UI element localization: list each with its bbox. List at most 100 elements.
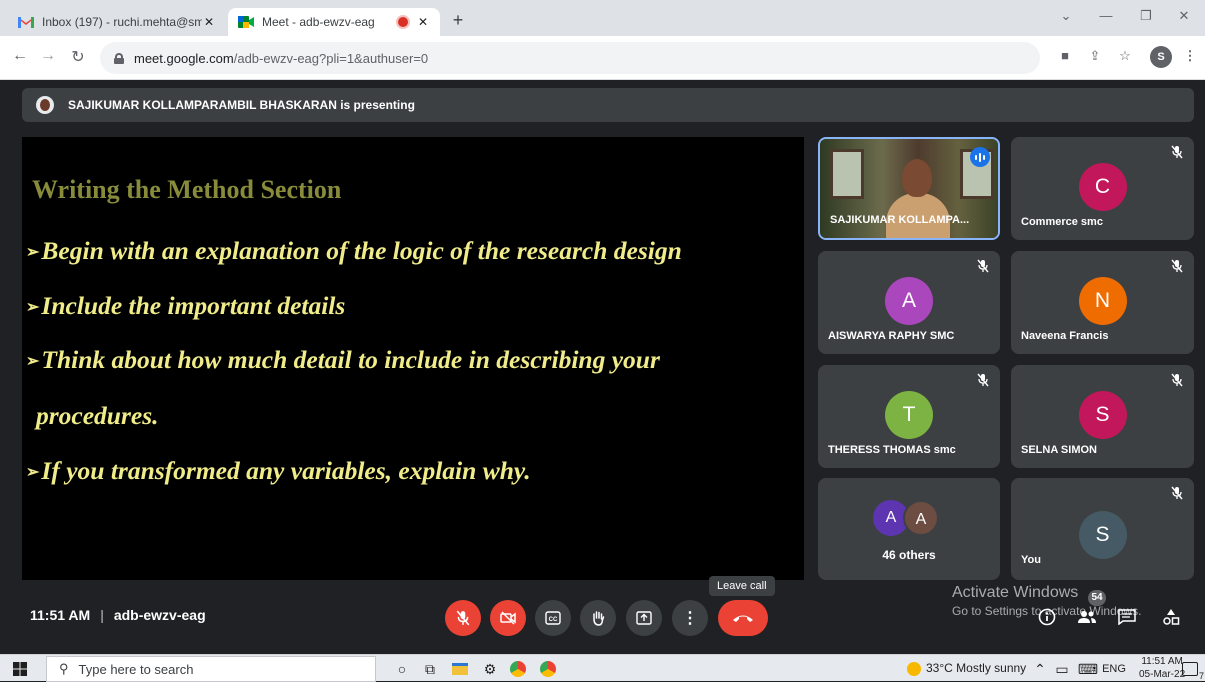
participant-avatar: C <box>1078 162 1127 211</box>
close-tab-icon[interactable]: ✕ <box>202 15 216 29</box>
presenter-avatar <box>36 96 54 114</box>
others-tile[interactable]: A A 46 others <box>818 478 1000 580</box>
windows-start-icon[interactable] <box>10 659 30 679</box>
meeting-details-button[interactable] <box>1034 604 1060 630</box>
participant-tile[interactable]: C Commerce smc <box>1011 137 1194 240</box>
chat-button[interactable] <box>1114 604 1140 630</box>
hand-icon <box>593 611 605 626</box>
meeting-code: adb-ewzv-eag <box>113 607 206 623</box>
tab-gmail[interactable]: Inbox (197) - ruchi.mehta@smctsi… ✕ <box>8 8 226 36</box>
slide-bullet: ➢Think about how much detail to include … <box>26 345 660 374</box>
tab-title: Inbox (197) - ruchi.mehta@smctsi… <box>42 15 202 29</box>
meeting-info: 11:51 AM | adb-ewzv-eag <box>30 607 206 623</box>
tab-meet[interactable]: Meet - adb-ewzv-eag ✕ <box>228 8 440 36</box>
taskbar-clock[interactable]: 11:51 AM 05-Mar-22 <box>1139 655 1185 681</box>
camera-in-use-icon[interactable]: ■ <box>1055 48 1075 63</box>
search-icon: ⚲ <box>59 661 69 676</box>
chrome-profile-icon[interactable] <box>538 659 558 679</box>
speaking-indicator-icon <box>970 147 990 167</box>
slide-bullet-continued: procedures. <box>36 401 159 430</box>
back-arrow-icon[interactable]: ← <box>10 47 30 65</box>
restore-icon[interactable]: ❐ <box>1126 8 1166 24</box>
bookmark-star-icon[interactable]: ☆ <box>1115 48 1135 64</box>
more-vert-icon: ⋮ <box>682 610 698 627</box>
windows-taskbar: ⚲ Type here to search ○ ⧉ ⚙ 33°C Mostly … <box>0 654 1205 682</box>
participant-tile[interactable]: A AISWARYA RAPHY SMC <box>818 251 1000 354</box>
participant-tile[interactable]: N Naveena Francis <box>1011 251 1194 354</box>
present-now-button[interactable] <box>626 600 662 636</box>
file-explorer-icon[interactable] <box>450 659 470 679</box>
muted-mic-icon <box>1171 373 1183 387</box>
participant-avatar: A <box>885 276 933 325</box>
participant-name: SAJIKUMAR KOLLAMPA... <box>830 214 970 226</box>
task-view-icon[interactable]: ⧉ <box>420 659 440 679</box>
others-avatars: A A <box>873 500 945 536</box>
captions-button[interactable]: CC <box>535 600 571 636</box>
reload-icon[interactable]: ↻ <box>68 47 88 67</box>
svg-text:CC: CC <box>549 617 558 623</box>
profile-avatar[interactable]: S <box>1150 46 1172 68</box>
share-icon[interactable]: ⇪ <box>1085 48 1105 64</box>
participant-name: THERESS THOMAS smc <box>828 444 956 456</box>
browser-tab-strip: Inbox (197) - ruchi.mehta@smctsi… ✕ Meet… <box>0 0 1205 36</box>
captions-icon: CC <box>545 611 561 625</box>
camera-toggle-button[interactable] <box>490 600 526 636</box>
participant-tile-video[interactable]: SAJIKUMAR KOLLAMPA... <box>818 137 1000 240</box>
presenting-banner: SAJIKUMAR KOLLAMPARAMBIL BHASKARAN is pr… <box>22 88 1194 122</box>
minimize-icon[interactable]: — <box>1086 8 1126 23</box>
url-path: /adb-ewzv-eag?pli=1&authuser=0 <box>233 50 429 66</box>
participant-name: AISWARYA RAPHY SMC <box>828 330 955 342</box>
weather-text[interactable]: 33°C Mostly sunny <box>926 661 1026 675</box>
taskbar-search-input[interactable]: ⚲ Type here to search <box>46 656 376 682</box>
tab-search-icon[interactable]: ⌄ <box>1046 8 1086 24</box>
cortana-icon[interactable]: ○ <box>392 659 412 679</box>
muted-mic-icon <box>1171 486 1183 500</box>
mic-toggle-button[interactable] <box>445 600 481 636</box>
slide-bullet: ➢Include the important details <box>26 291 346 320</box>
url-host: meet.google.com <box>134 50 234 66</box>
presenting-text: SAJIKUMAR KOLLAMPARAMBIL BHASKARAN is pr… <box>68 98 415 112</box>
raise-hand-button[interactable] <box>580 600 616 636</box>
notifications-icon[interactable]: 7 <box>1180 659 1204 681</box>
keyboard-icon[interactable]: ⌨ <box>1078 659 1098 679</box>
muted-mic-icon <box>1171 259 1183 273</box>
google-meet-icon <box>238 16 254 28</box>
leave-call-tooltip: Leave call <box>709 576 775 596</box>
info-icon <box>1038 608 1056 626</box>
present-icon <box>636 611 652 625</box>
participant-name: Naveena Francis <box>1021 330 1109 342</box>
people-button[interactable] <box>1074 604 1100 630</box>
forward-arrow-icon[interactable]: → <box>38 47 58 65</box>
address-bar[interactable]: meet.google.com/adb-ewzv-eag?pli=1&authu… <box>100 42 1040 74</box>
activities-button[interactable] <box>1158 604 1184 630</box>
participant-name: SELNA SIMON <box>1021 444 1097 456</box>
battery-icon[interactable]: ▭ <box>1052 659 1072 679</box>
participant-tile[interactable]: S SELNA SIMON <box>1011 365 1194 468</box>
participant-avatar: S <box>1078 390 1127 439</box>
chevron-up-icon[interactable]: ⌃ <box>1030 659 1050 679</box>
meeting-time: 11:51 AM <box>30 607 91 623</box>
chrome-icon[interactable] <box>508 659 528 679</box>
participant-avatar: N <box>1078 276 1127 325</box>
participant-avatar: T <box>885 390 933 439</box>
slide-title: Writing the Method Section <box>32 175 342 204</box>
menu-kebab-icon[interactable]: ⋮ <box>1180 48 1200 64</box>
muted-mic-icon <box>977 259 989 273</box>
shared-screen: Writing the Method Section ➢Begin with a… <box>22 137 804 580</box>
gmail-icon <box>18 17 34 28</box>
people-icon <box>1078 611 1096 623</box>
close-tab-icon[interactable]: ✕ <box>416 15 430 29</box>
settings-gear-icon[interactable]: ⚙ <box>480 659 500 679</box>
participant-name: You <box>1021 554 1041 566</box>
participant-tile[interactable]: T THERESS THOMAS smc <box>818 365 1000 468</box>
close-window-icon[interactable]: ✕ <box>1164 8 1204 24</box>
language-icon[interactable]: ENG <box>1102 659 1126 679</box>
self-tile[interactable]: S You <box>1011 478 1194 580</box>
search-placeholder: Type here to search <box>78 661 194 677</box>
more-options-button[interactable]: ⋮ <box>672 600 708 636</box>
muted-mic-icon <box>977 373 989 387</box>
new-tab-button[interactable]: + <box>446 10 470 31</box>
notification-count: 7 <box>1198 671 1204 681</box>
chat-icon <box>1118 609 1136 625</box>
leave-call-button[interactable] <box>718 600 768 636</box>
